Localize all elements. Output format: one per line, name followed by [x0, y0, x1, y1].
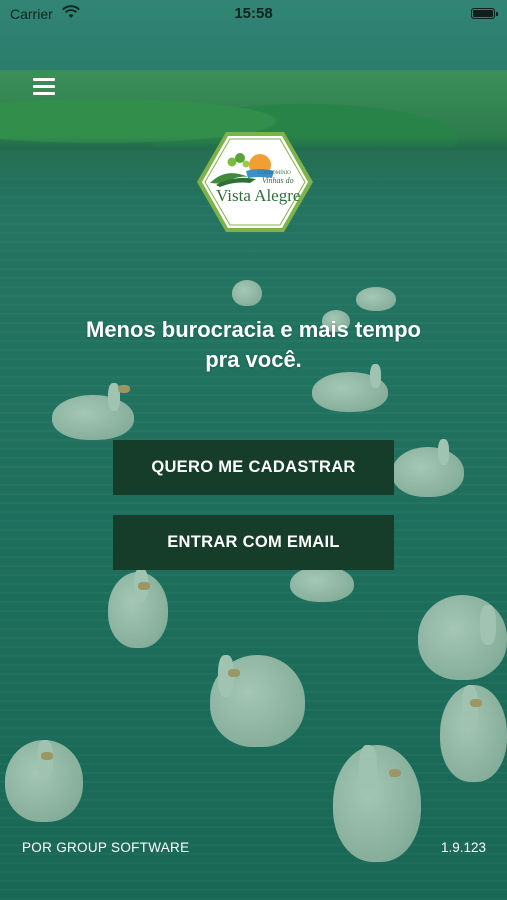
- battery-icon: [471, 8, 498, 19]
- clock: 15:58: [234, 5, 273, 22]
- tagline: Menos burocracia e mais tempo pra você.: [40, 315, 467, 375]
- hamburger-menu-icon[interactable]: [33, 78, 55, 96]
- vista-alegre-logo: CONDOMÍNIO Vinhas do Vista Alegre: [196, 131, 314, 233]
- version-label: 1.9.123: [440, 840, 486, 855]
- logo-main-text: Vista Alegre: [216, 186, 301, 205]
- status-bar: Carrier 15:58: [0, 0, 507, 28]
- footer-credit: POR GROUP SOFTWARE: [22, 840, 190, 855]
- tagline-line-1: Menos burocracia e mais tempo: [86, 317, 421, 342]
- logo-badge-shape: [197, 132, 313, 232]
- email-login-button[interactable]: ENTRAR COM EMAIL: [113, 515, 394, 570]
- register-button[interactable]: QUERO ME CADASTRAR: [113, 440, 394, 495]
- logo-script-text: Vinhas do: [262, 176, 294, 185]
- tagline-line-2: pra você.: [205, 347, 302, 372]
